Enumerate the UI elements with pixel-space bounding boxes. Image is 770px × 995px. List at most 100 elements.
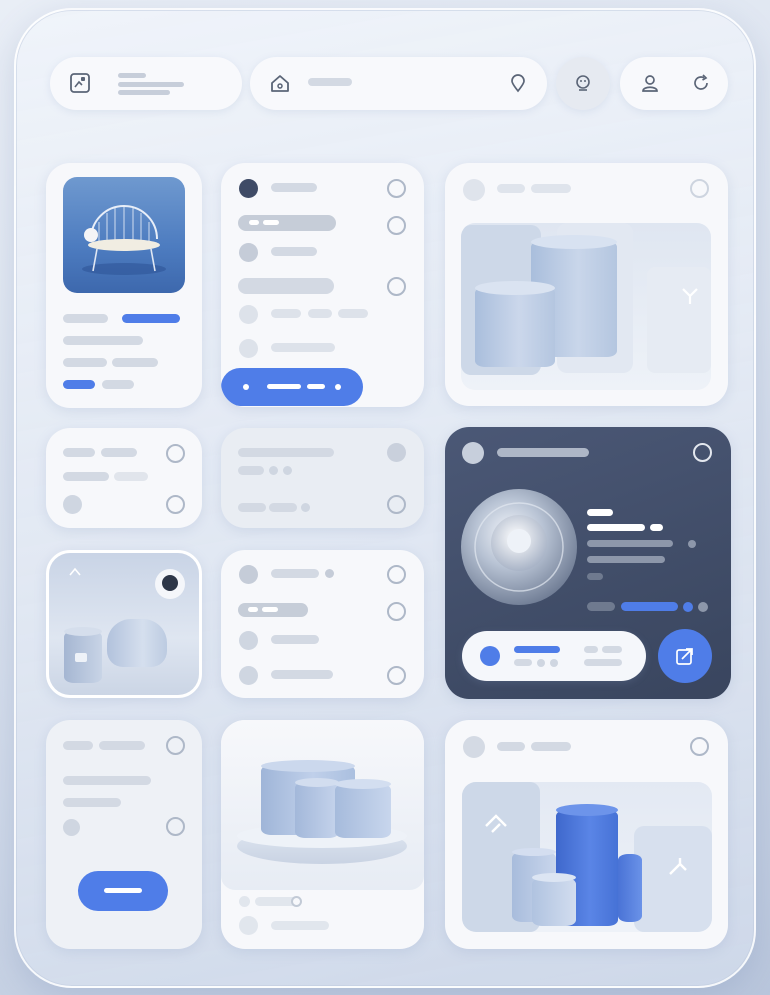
- list2-label-1: [271, 569, 319, 578]
- product-card-chair[interactable]: [46, 163, 202, 408]
- podium-progress-knob[interactable]: [291, 896, 302, 907]
- feature-desc-1: [587, 540, 673, 547]
- mini-label-3: [63, 472, 109, 481]
- action-label-1: [63, 741, 93, 750]
- gallery-radio[interactable]: [690, 179, 709, 198]
- cylinders-image: [461, 223, 711, 390]
- gallery-title-placeholder: [497, 184, 525, 193]
- feature-desc-2: [587, 556, 665, 563]
- search-placeholder: [308, 78, 352, 86]
- feature-card-dark[interactable]: [445, 427, 731, 699]
- list-avatar: [239, 179, 258, 198]
- search-bar[interactable]: [250, 57, 547, 110]
- control-play-dot[interactable]: [480, 646, 500, 666]
- gallery-subtitle-placeholder: [531, 184, 571, 193]
- action-radio-1[interactable]: [166, 736, 185, 755]
- app-switcher[interactable]: [50, 57, 242, 110]
- feature-title-placeholder: [497, 448, 589, 457]
- stats-dot: [387, 443, 406, 462]
- gallery2-subtitle: [531, 742, 571, 751]
- button-dot-left: [243, 384, 249, 390]
- list-radio-3[interactable]: [387, 277, 406, 296]
- home-icon[interactable]: [269, 72, 291, 94]
- list-radio-2[interactable]: [387, 216, 406, 235]
- option-list-card-2: [221, 550, 424, 698]
- list-item-wide[interactable]: [238, 278, 334, 294]
- list-radio-1[interactable]: [387, 179, 406, 198]
- list2-radio-2[interactable]: [387, 602, 406, 621]
- list2-radio-1[interactable]: [387, 565, 406, 584]
- mini-label-2: [101, 448, 137, 457]
- mini-label-1: [63, 448, 95, 457]
- chair-tag-placeholder: [102, 380, 134, 389]
- list2-radio-3[interactable]: [387, 666, 406, 685]
- gallery-avatar: [463, 179, 485, 201]
- refresh-icon[interactable]: [691, 73, 711, 93]
- feature-heading-placeholder: [587, 509, 613, 516]
- list2-item-dash: [248, 607, 258, 612]
- gallery2-radio[interactable]: [690, 737, 709, 756]
- podium-label: [271, 921, 329, 930]
- control-sub-2: [584, 646, 598, 653]
- mini-radio-2[interactable]: [166, 495, 185, 514]
- feature-progress-dot: [683, 602, 693, 612]
- profile-center-button[interactable]: [556, 57, 610, 110]
- gallery2-title: [497, 742, 525, 751]
- list2-item-dash-2: [262, 607, 278, 612]
- stats-radio[interactable]: [387, 495, 406, 514]
- list2-label-2: [271, 635, 319, 644]
- product-card-vase[interactable]: [46, 550, 202, 698]
- settings-mini-card: [46, 428, 202, 528]
- control-sub-3: [602, 646, 622, 653]
- app-title-placeholder: [118, 73, 146, 78]
- mini-label-4: [114, 472, 148, 481]
- share-button[interactable]: [658, 629, 712, 683]
- share-arrow-icon: [676, 648, 693, 665]
- mini-radio-1[interactable]: [166, 444, 185, 463]
- chair-desc-placeholder: [63, 336, 143, 345]
- list-item-selected-dash-2: [263, 220, 279, 225]
- chair-illustration: [82, 205, 166, 275]
- podium-image: [221, 720, 424, 890]
- chair-meta-placeholder-2: [112, 358, 158, 367]
- control-sub-dot: [537, 659, 545, 667]
- list2-dot-2: [239, 631, 258, 650]
- stats-label-3: [238, 503, 266, 512]
- stats-mini-card: [221, 428, 424, 528]
- chair-tag-button[interactable]: [63, 380, 95, 389]
- action-label-2: [99, 741, 145, 750]
- speaker-dial-image: [461, 489, 577, 605]
- app-subtitle-placeholder: [118, 82, 184, 87]
- vase-image: [49, 553, 199, 695]
- location-pin-icon[interactable]: [508, 73, 528, 93]
- stats-dot-2: [269, 466, 278, 475]
- button-label-placeholder: [267, 384, 301, 389]
- gallery2-avatar: [463, 736, 485, 758]
- podium-dot-2: [239, 916, 258, 935]
- action-button-label: [104, 888, 142, 893]
- feature-control-pill[interactable]: [462, 631, 646, 681]
- action-radio-2[interactable]: [166, 817, 185, 836]
- chair-meta-placeholder: [63, 358, 107, 367]
- option-list-card: [221, 163, 424, 407]
- list-item-chip-1: [271, 309, 301, 318]
- user-icon[interactable]: [640, 73, 660, 93]
- feature-progress-dot-2: [698, 602, 708, 612]
- action-card: [46, 720, 202, 949]
- podium-dot: [239, 896, 250, 907]
- list-item-placeholder-2: [271, 343, 335, 352]
- account-actions: [620, 57, 728, 110]
- gallery-card-blue-cylinders[interactable]: [445, 720, 728, 949]
- feature-avatar: [462, 442, 484, 464]
- stats-label-2: [238, 466, 264, 475]
- image-grid-icon: [70, 73, 90, 93]
- product-card-podium[interactable]: [221, 720, 424, 949]
- feature-radio[interactable]: [693, 443, 712, 462]
- list2-dot-small: [325, 569, 334, 578]
- stats-label-1: [238, 448, 334, 457]
- button-label-placeholder-2: [307, 384, 325, 389]
- action-dot: [63, 819, 80, 836]
- list-item-dot-3: [239, 339, 258, 358]
- gallery-card-cylinders[interactable]: [445, 163, 728, 406]
- action-desc-2: [63, 798, 121, 807]
